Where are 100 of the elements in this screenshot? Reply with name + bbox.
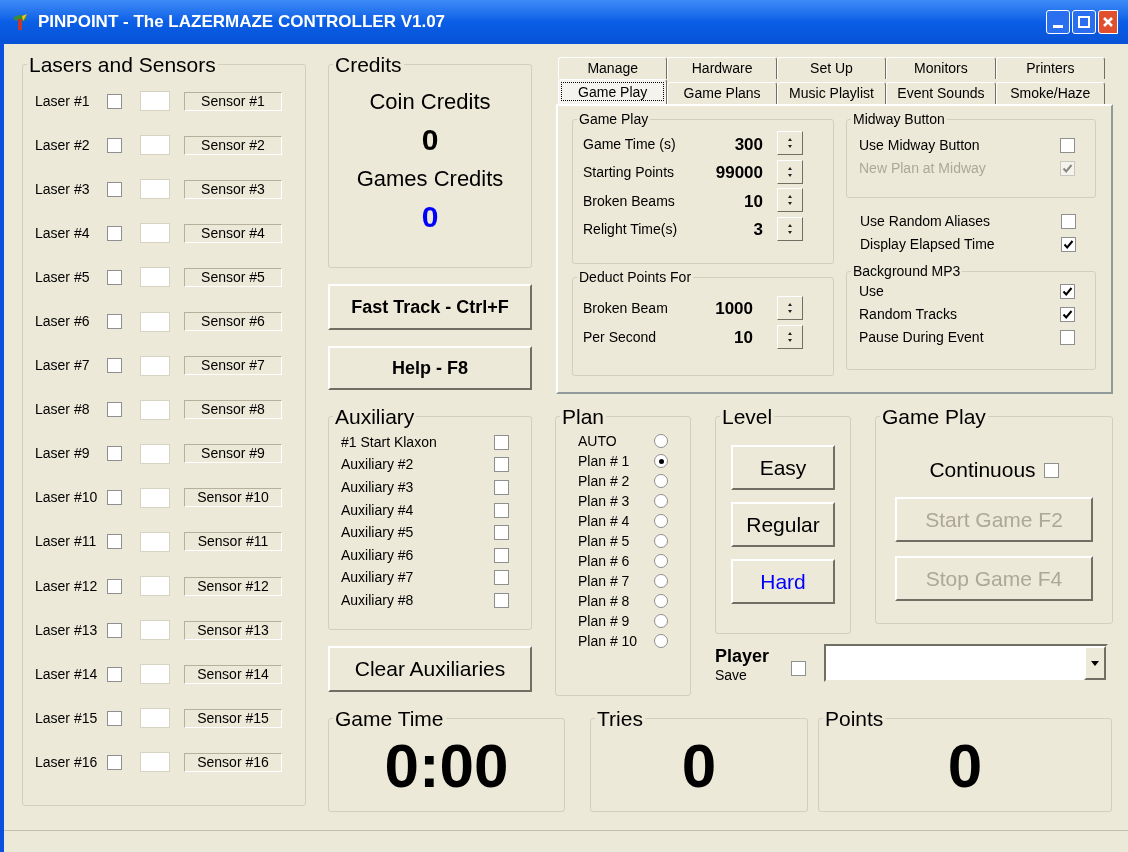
- tab[interactable]: Game Plans: [667, 82, 777, 104]
- radio-button[interactable]: [654, 594, 668, 608]
- tab[interactable]: Event Sounds: [886, 82, 996, 104]
- spin-button[interactable]: [777, 188, 803, 213]
- checkbox[interactable]: [494, 502, 509, 518]
- laser-field[interactable]: [140, 223, 170, 244]
- setting-value[interactable]: 99000: [693, 160, 763, 186]
- radio-button[interactable]: [654, 434, 668, 448]
- setting-value[interactable]: 10: [693, 324, 753, 351]
- radio-button[interactable]: [654, 514, 668, 528]
- checkbox[interactable]: [107, 93, 122, 109]
- checkbox[interactable]: [107, 181, 122, 197]
- checkbox[interactable]: [107, 137, 122, 153]
- sensor-label: Sensor #14: [184, 664, 282, 684]
- checkbox[interactable]: [107, 666, 122, 682]
- checkbox[interactable]: [107, 358, 122, 374]
- checkbox[interactable]: [494, 592, 509, 608]
- radio-button[interactable]: [654, 614, 668, 628]
- radio-button[interactable]: [654, 534, 668, 548]
- level-button[interactable]: Hard: [731, 559, 835, 604]
- checkbox[interactable]: [107, 269, 122, 285]
- laser-label: Laser #12: [34, 576, 99, 596]
- auxiliary-label: Auxiliary #6: [341, 545, 415, 565]
- tab[interactable]: Music Playlist: [776, 82, 887, 104]
- laser-field[interactable]: [140, 708, 170, 729]
- laser-field[interactable]: [140, 135, 170, 156]
- tab[interactable]: Smoke/Haze: [995, 82, 1106, 104]
- checkbox[interactable]: [1043, 462, 1059, 478]
- checkbox[interactable]: [107, 754, 122, 770]
- plan-label: Plan # 3: [578, 491, 631, 511]
- radio-button[interactable]: [654, 474, 668, 488]
- checkbox[interactable]: [494, 480, 509, 495]
- laser-field[interactable]: [140, 311, 170, 332]
- setting-value[interactable]: 1000: [693, 295, 753, 322]
- option-label: Pause During Event: [859, 328, 985, 347]
- spin-button[interactable]: [777, 131, 803, 156]
- laser-field[interactable]: [140, 355, 170, 376]
- laser-field[interactable]: [140, 752, 170, 773]
- laser-field[interactable]: [140, 620, 170, 641]
- setting-label: Broken Beam: [583, 299, 669, 318]
- checkbox[interactable]: [1061, 237, 1076, 252]
- radio-button[interactable]: [654, 574, 668, 588]
- laser-field[interactable]: [140, 487, 170, 508]
- radio-button[interactable]: [654, 494, 668, 508]
- minimize-button[interactable]: [1046, 10, 1070, 34]
- checkbox[interactable]: [107, 622, 122, 638]
- setting-value[interactable]: 3: [693, 217, 763, 243]
- help-button[interactable]: Help - F8: [328, 346, 532, 390]
- tab[interactable]: Printers: [995, 57, 1106, 79]
- tab[interactable]: Game Play: [558, 79, 668, 104]
- dropdown-button[interactable]: [1084, 646, 1107, 680]
- checkbox[interactable]: [107, 710, 122, 726]
- tab[interactable]: Set Up: [776, 57, 887, 79]
- laser-field[interactable]: [140, 91, 170, 112]
- auxiliary-label: Auxiliary #2: [341, 455, 415, 475]
- checkbox[interactable]: [1061, 214, 1076, 229]
- laser-field[interactable]: [140, 664, 170, 685]
- clear-auxiliaries-button[interactable]: Clear Auxiliaries: [328, 646, 532, 692]
- checkbox[interactable]: [107, 490, 122, 506]
- laser-label: Laser #13: [34, 620, 99, 640]
- checkbox[interactable]: [1060, 307, 1075, 322]
- setting-value[interactable]: 10: [693, 188, 763, 214]
- spin-button[interactable]: [777, 159, 803, 184]
- laser-field[interactable]: [140, 532, 170, 552]
- checkbox[interactable]: [107, 314, 122, 329]
- radio-button[interactable]: [654, 554, 668, 568]
- laser-field[interactable]: [140, 179, 170, 200]
- checkbox[interactable]: [494, 525, 509, 541]
- maximize-button[interactable]: [1072, 10, 1096, 34]
- checkbox[interactable]: [494, 547, 509, 563]
- checkbox[interactable]: [107, 225, 122, 241]
- spin-button[interactable]: [777, 216, 803, 241]
- checkbox[interactable]: [107, 534, 122, 550]
- fast-track-button[interactable]: Fast Track - Ctrl+F: [328, 284, 532, 330]
- checkbox[interactable]: [791, 661, 807, 676]
- checkbox[interactable]: [1060, 284, 1075, 299]
- laser-field[interactable]: [140, 267, 170, 288]
- spin-button[interactable]: [777, 295, 803, 320]
- checkbox[interactable]: [107, 578, 122, 594]
- checkbox[interactable]: [1060, 138, 1075, 153]
- radio-button[interactable]: [654, 454, 668, 468]
- level-button[interactable]: Regular: [731, 502, 835, 547]
- checkbox[interactable]: [494, 457, 509, 473]
- checkbox[interactable]: [107, 446, 122, 462]
- checkbox[interactable]: [1060, 330, 1075, 345]
- laser-field[interactable]: [140, 576, 170, 597]
- tab[interactable]: Monitors: [886, 57, 996, 79]
- spin-button[interactable]: [777, 324, 803, 349]
- player-dropdown[interactable]: [824, 644, 1109, 682]
- close-button[interactable]: [1098, 10, 1118, 34]
- laser-field[interactable]: [140, 399, 170, 420]
- checkbox[interactable]: [107, 402, 122, 418]
- setting-value[interactable]: 300: [693, 131, 763, 157]
- radio-button[interactable]: [654, 634, 668, 648]
- checkbox[interactable]: [494, 434, 509, 450]
- laser-field[interactable]: [140, 443, 170, 464]
- tab[interactable]: Hardware: [667, 57, 777, 79]
- tab[interactable]: Manage: [558, 57, 668, 79]
- level-button[interactable]: Easy: [731, 445, 835, 490]
- checkbox[interactable]: [494, 570, 509, 586]
